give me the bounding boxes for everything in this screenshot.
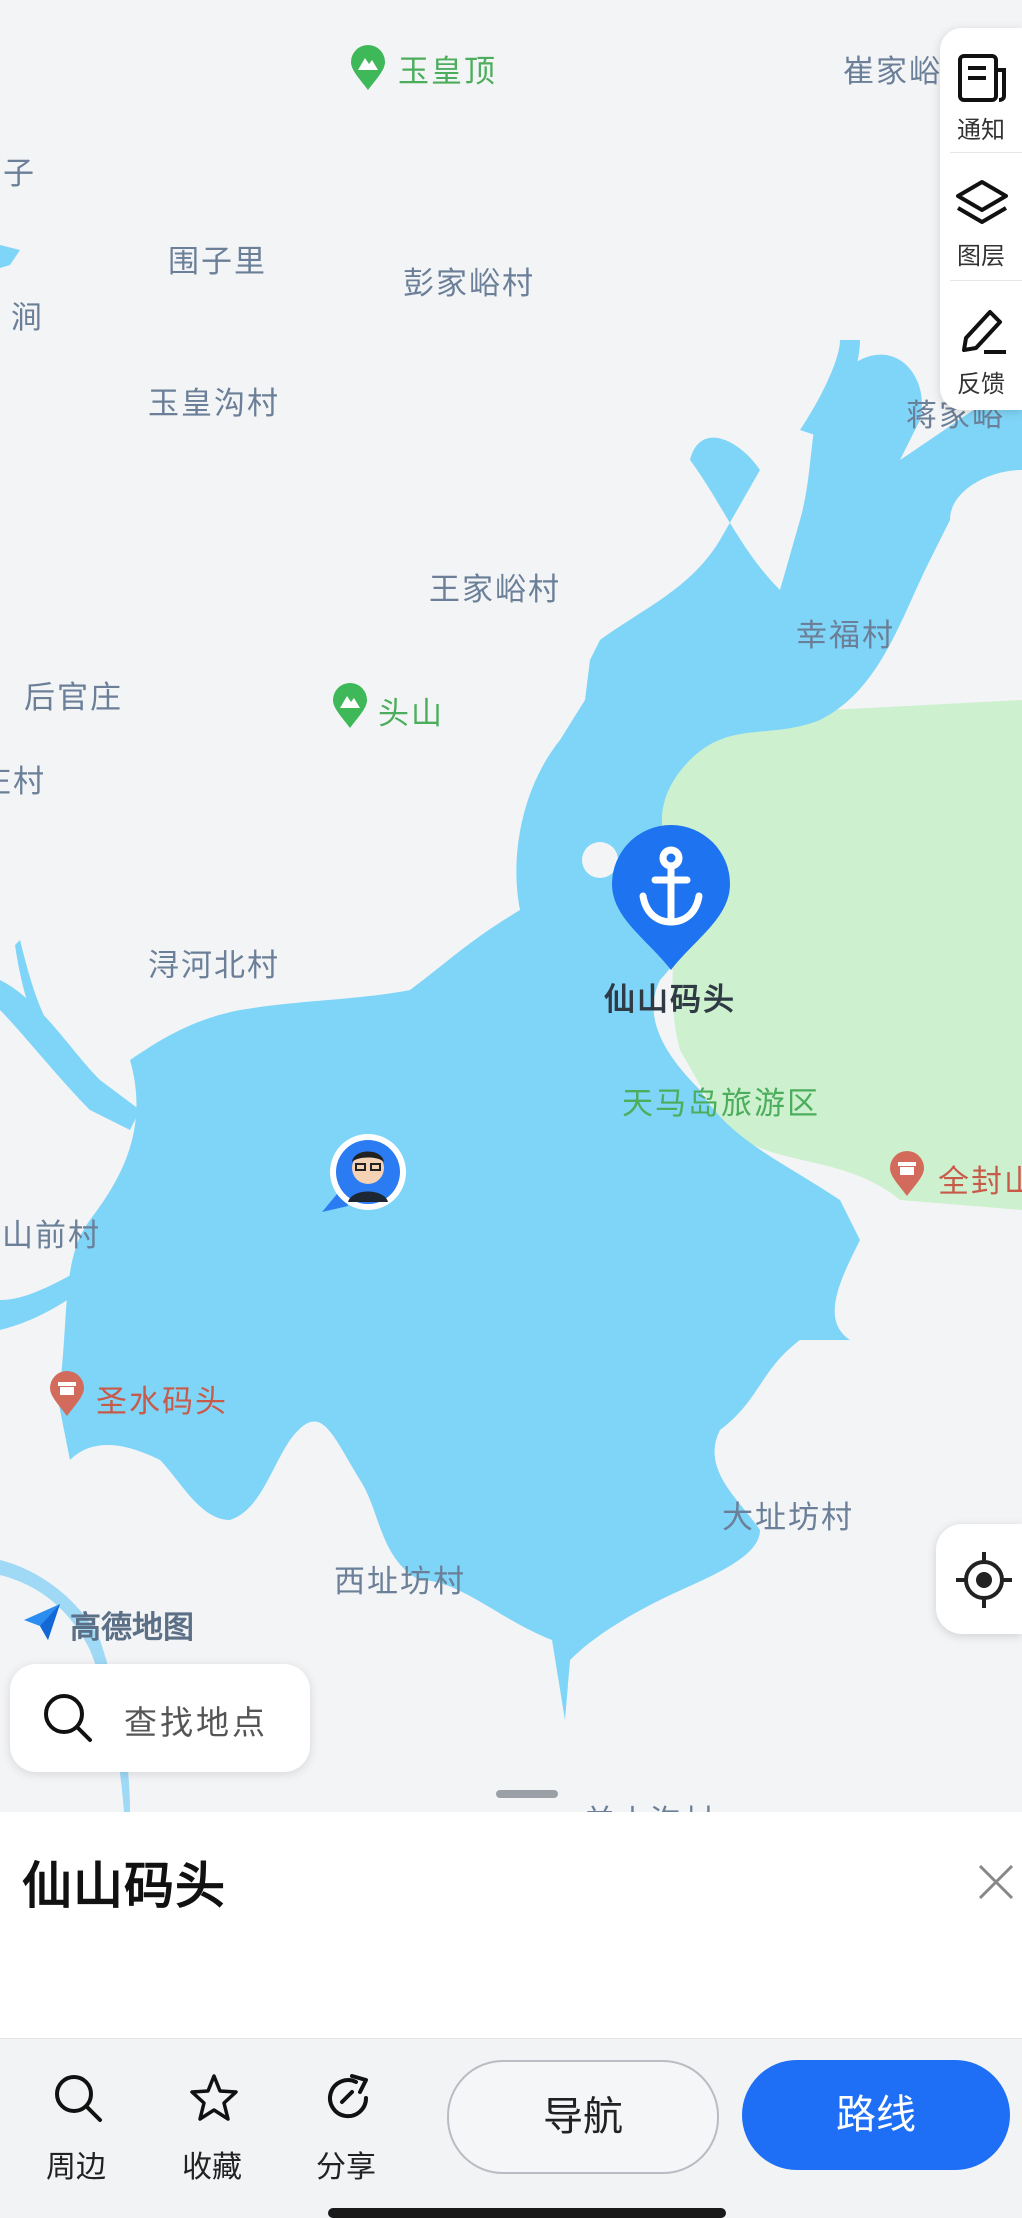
place-label[interactable]: 幸福村 bbox=[796, 610, 895, 655]
peak-marker-icon bbox=[351, 45, 385, 90]
place-label[interactable]: 彭家峪村 bbox=[403, 258, 535, 303]
pier-marker-icon bbox=[50, 1371, 84, 1416]
feedback-icon bbox=[962, 310, 1006, 354]
place-title: 仙山码头 bbox=[22, 1857, 226, 1915]
map-tools-panel: 通知 图层 反馈 bbox=[940, 28, 1022, 410]
search-icon bbox=[44, 1694, 92, 1742]
place-label[interactable]: 后官庄 bbox=[24, 672, 123, 717]
home-indicator bbox=[328, 2208, 726, 2218]
feedback-label: 反馈 bbox=[957, 370, 1005, 398]
pier-marker-icon bbox=[890, 1151, 924, 1196]
search-icon bbox=[55, 2075, 102, 2122]
notice-label: 通知 bbox=[957, 116, 1005, 144]
locate-icon bbox=[956, 1552, 1012, 1608]
map-logo: 高德地图 bbox=[20, 1600, 194, 1646]
place-label[interactable]: 天马岛旅游区 bbox=[622, 1078, 820, 1123]
place-label[interactable]: 子 bbox=[0, 148, 36, 193]
layers-button[interactable]: 图层 bbox=[940, 154, 1022, 278]
action-bar: 周边 收藏 分享 导航 路线 bbox=[0, 2038, 1022, 2214]
feedback-button[interactable]: 反馈 bbox=[940, 282, 1022, 406]
map-view[interactable]: 玉皇顶 崔家峪 子 围子里 彭家峪村 涧 玉皇沟村 蒋家峪 王家峪村 幸福村 后… bbox=[0, 0, 1022, 1812]
layers-icon bbox=[956, 180, 1008, 224]
place-label[interactable]: 浔河北村 bbox=[148, 940, 280, 985]
amap-logo-icon bbox=[24, 1604, 60, 1640]
locate-button[interactable] bbox=[936, 1524, 1022, 1634]
place-label: 羊山沟村 bbox=[584, 1796, 716, 1812]
notice-button[interactable]: 通知 bbox=[940, 28, 1022, 152]
place-label[interactable]: 庄村 bbox=[0, 756, 46, 801]
close-icon[interactable] bbox=[976, 1862, 1016, 1902]
place-label[interactable]: 涧 bbox=[0, 292, 44, 337]
logo-text: 高德地图 bbox=[70, 1610, 194, 1646]
share-button[interactable]: 分享 bbox=[294, 2072, 398, 2185]
search-box[interactable]: 查找地点 bbox=[10, 1664, 310, 1772]
notice-icon bbox=[958, 54, 1006, 102]
place-label[interactable]: 围子里 bbox=[168, 236, 267, 281]
place-label[interactable]: 圣水码头 bbox=[96, 1376, 228, 1421]
star-icon bbox=[190, 2074, 238, 2121]
place-label[interactable]: 崔家峪 bbox=[843, 46, 942, 91]
user-location-avatar bbox=[322, 1134, 406, 1212]
route-button[interactable]: 路线 bbox=[742, 2060, 1010, 2170]
divider bbox=[0, 2038, 1022, 2039]
place-label[interactable]: 大址坊村 bbox=[722, 1492, 854, 1537]
anchor-pin-icon[interactable] bbox=[608, 822, 734, 974]
pin-label: 仙山码头 bbox=[604, 982, 736, 1018]
place-label[interactable]: 西址坊村 bbox=[334, 1556, 466, 1601]
nearby-button[interactable]: 周边 bbox=[24, 2072, 128, 2185]
place-label[interactable]: 山前村 bbox=[2, 1210, 101, 1255]
favorite-label: 收藏 bbox=[182, 2150, 242, 2185]
share-label: 分享 bbox=[316, 2150, 376, 2185]
layers-label: 图层 bbox=[957, 242, 1005, 270]
divider bbox=[950, 280, 1022, 281]
place-label[interactable]: 头山 bbox=[378, 688, 444, 733]
divider bbox=[950, 152, 1022, 153]
share-icon bbox=[328, 2074, 369, 2119]
favorite-button[interactable]: 收藏 bbox=[160, 2072, 264, 2185]
place-label[interactable]: 玉皇沟村 bbox=[148, 378, 280, 423]
search-placeholder: 查找地点 bbox=[124, 1703, 268, 1742]
place-label[interactable]: 王家峪村 bbox=[429, 564, 561, 609]
nearby-label: 周边 bbox=[46, 2150, 106, 2185]
peak-marker-icon bbox=[333, 683, 367, 728]
place-label[interactable]: 玉皇顶 bbox=[398, 46, 497, 91]
place-label[interactable]: 全封山 bbox=[938, 1156, 1022, 1201]
navigate-button[interactable]: 导航 bbox=[447, 2060, 719, 2174]
sheet-drag-handle[interactable] bbox=[496, 1790, 558, 1798]
